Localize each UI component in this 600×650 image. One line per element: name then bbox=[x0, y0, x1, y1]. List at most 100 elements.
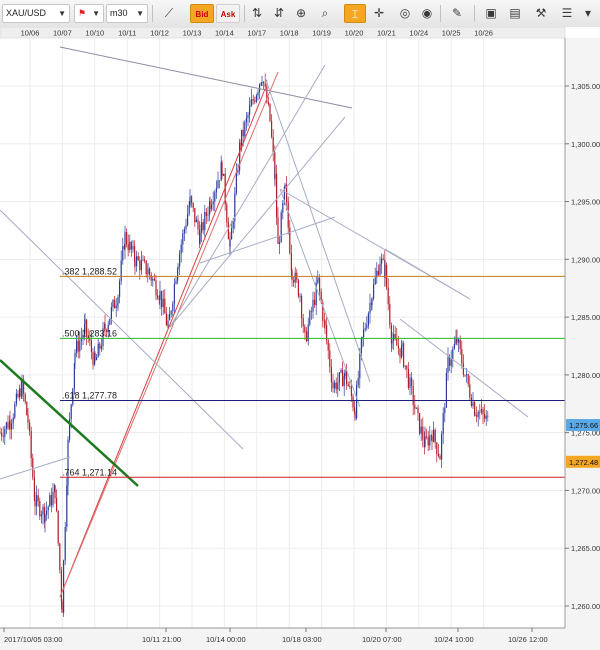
candle-body bbox=[302, 317, 304, 327]
candle-body bbox=[450, 359, 452, 366]
candle-body bbox=[466, 374, 468, 376]
candle-body bbox=[282, 202, 284, 213]
fib-label: .382 1,288.52 bbox=[62, 266, 117, 276]
candle-body bbox=[396, 338, 398, 346]
candle-body bbox=[57, 510, 59, 544]
candle-body bbox=[34, 499, 36, 507]
y-tick-label: 1,280.00 bbox=[571, 371, 600, 380]
candle-body bbox=[46, 510, 48, 515]
candle-body bbox=[310, 311, 312, 312]
candle-body bbox=[449, 356, 451, 366]
bid-toggle[interactable]: Bid bbox=[190, 4, 214, 23]
candle-body bbox=[47, 506, 49, 511]
candle-body bbox=[437, 453, 439, 456]
candle-body bbox=[167, 320, 169, 327]
candle-body bbox=[436, 442, 438, 454]
menu-button[interactable]: ☰ bbox=[556, 4, 578, 23]
candle-body bbox=[173, 283, 175, 304]
candle-body bbox=[14, 404, 16, 418]
candle-body bbox=[264, 83, 266, 87]
candle-body bbox=[202, 222, 204, 231]
candle-body bbox=[458, 339, 460, 343]
time-label: 10/14 00:00 bbox=[206, 635, 246, 644]
zoom-in-button[interactable]: ⊕ bbox=[290, 4, 312, 23]
candle-body bbox=[287, 202, 289, 228]
candle-body bbox=[342, 369, 344, 387]
cursor-button[interactable]: ⌶ bbox=[344, 4, 366, 23]
more-button[interactable]: ▾ bbox=[578, 4, 598, 23]
candle-body bbox=[130, 241, 132, 250]
candle-body bbox=[19, 388, 21, 398]
crosshair-button[interactable]: ✛ bbox=[368, 4, 390, 23]
candle-body bbox=[159, 290, 161, 301]
globe-button[interactable]: ◎ bbox=[394, 4, 416, 23]
candle-tick-button[interactable]: ⇵ bbox=[268, 4, 290, 23]
candle-body bbox=[441, 433, 443, 460]
candle-body bbox=[242, 129, 244, 137]
candle-body bbox=[312, 299, 314, 312]
candle-body bbox=[476, 415, 478, 417]
candle-body bbox=[182, 233, 184, 245]
date-label: 10/25 bbox=[442, 29, 461, 38]
candle-body bbox=[301, 295, 303, 318]
candle-body bbox=[340, 369, 342, 373]
info-button[interactable]: ◉ bbox=[416, 4, 438, 23]
candle-body bbox=[309, 311, 311, 325]
candle-body bbox=[327, 340, 329, 351]
bid-label: Bid bbox=[195, 10, 209, 19]
candle-body bbox=[247, 114, 249, 118]
candle-body bbox=[349, 386, 351, 388]
candle-body bbox=[364, 328, 366, 330]
candle-body bbox=[214, 192, 216, 202]
ask-toggle[interactable]: Ask bbox=[216, 4, 240, 23]
candle-body bbox=[367, 313, 369, 326]
y-tick-label: 1,270.00 bbox=[571, 486, 600, 495]
candle-body bbox=[217, 180, 219, 188]
candle-body bbox=[485, 415, 487, 419]
candle-body bbox=[211, 204, 213, 210]
candle-body bbox=[96, 357, 98, 361]
candle-body bbox=[411, 377, 413, 386]
candle-body bbox=[399, 348, 401, 358]
candle-body bbox=[157, 295, 159, 299]
magnifier-button[interactable]: ⌕ bbox=[314, 4, 336, 23]
price-chart[interactable]: 10/06 10/07 10/10 10/11 10/12 10/13 10/14 10/17… bbox=[0, 27, 600, 650]
candle-body bbox=[444, 407, 446, 414]
candle-body bbox=[11, 423, 13, 430]
candle-body bbox=[419, 413, 421, 434]
candle-body bbox=[277, 217, 279, 244]
candle-body bbox=[394, 334, 396, 339]
candle-body bbox=[137, 256, 139, 261]
date-label: 10/18 bbox=[280, 29, 299, 38]
candle-body bbox=[484, 413, 486, 419]
date-label: 10/26 bbox=[474, 29, 493, 38]
candle-body bbox=[447, 356, 449, 373]
candle-body bbox=[139, 260, 141, 271]
y-tick-label: 1,305.00 bbox=[571, 82, 600, 91]
candle-body bbox=[161, 290, 163, 308]
candle-body bbox=[164, 298, 166, 314]
candle-body bbox=[289, 227, 291, 253]
candle-body bbox=[304, 331, 306, 333]
candle-body bbox=[366, 325, 368, 329]
candle-body bbox=[7, 422, 9, 429]
tick-chart-button[interactable]: ⇅ bbox=[246, 4, 268, 23]
image-button[interactable]: ▣ bbox=[480, 4, 502, 23]
ruler-button[interactable]: ✎ bbox=[446, 4, 468, 23]
candle-body bbox=[381, 258, 383, 264]
candle-body bbox=[330, 367, 332, 383]
flag-icon: ⚑ bbox=[78, 8, 87, 18]
timeframe-select[interactable]: m30 ▼ bbox=[106, 4, 148, 23]
tools-button[interactable]: ⚒ bbox=[530, 4, 552, 23]
candle-body bbox=[2, 435, 4, 437]
flag-select[interactable]: ⚑ ▼ bbox=[74, 4, 104, 23]
symbol-select[interactable]: XAU/USD ▼ bbox=[2, 4, 70, 23]
candle-body bbox=[352, 396, 354, 408]
picture-button[interactable]: ▤ bbox=[504, 4, 526, 23]
candle-body bbox=[42, 506, 44, 515]
price-tag-label: 1,275.66 bbox=[569, 421, 598, 430]
candle-body bbox=[155, 280, 157, 296]
candle-body bbox=[15, 393, 17, 405]
line-chart-button[interactable]: ⟋ bbox=[158, 4, 180, 23]
line-chart-icon: ⟋ bbox=[164, 6, 174, 20]
